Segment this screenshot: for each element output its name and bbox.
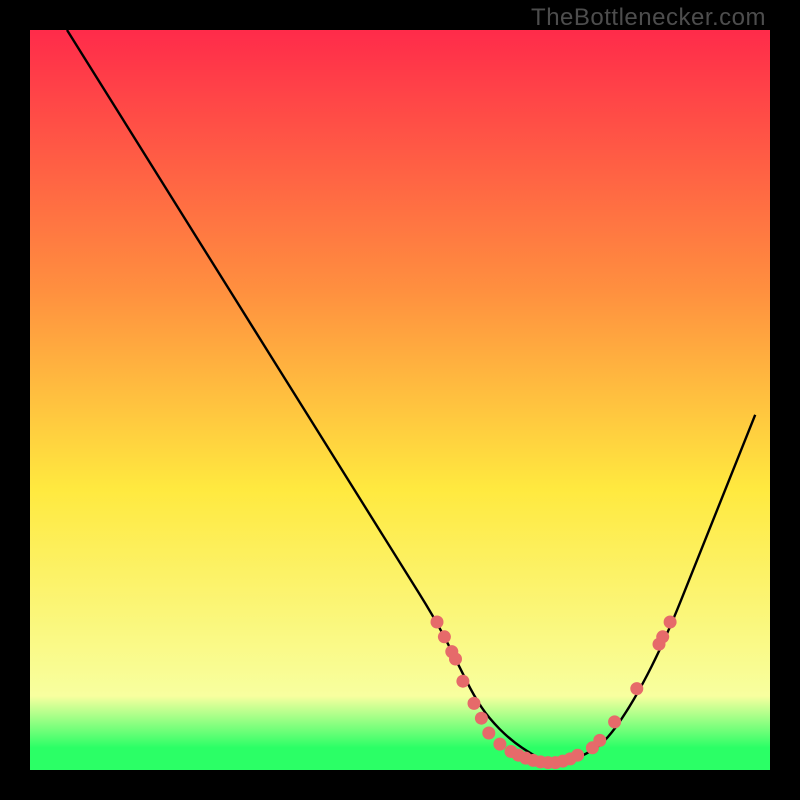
- data-point: [431, 616, 444, 629]
- data-point: [493, 738, 506, 751]
- data-point: [664, 616, 677, 629]
- gradient-background: [30, 30, 770, 770]
- chart-svg: [30, 30, 770, 770]
- data-point: [456, 675, 469, 688]
- data-point: [630, 682, 643, 695]
- data-point: [608, 715, 621, 728]
- data-point: [475, 712, 488, 725]
- data-point: [449, 653, 462, 666]
- data-point: [571, 749, 584, 762]
- data-point: [438, 630, 451, 643]
- data-point: [468, 697, 481, 710]
- data-point: [656, 630, 669, 643]
- data-point: [482, 727, 495, 740]
- data-point: [593, 734, 606, 747]
- watermark-text: TheBottlenecker.com: [531, 4, 766, 32]
- chart-frame: [30, 30, 770, 770]
